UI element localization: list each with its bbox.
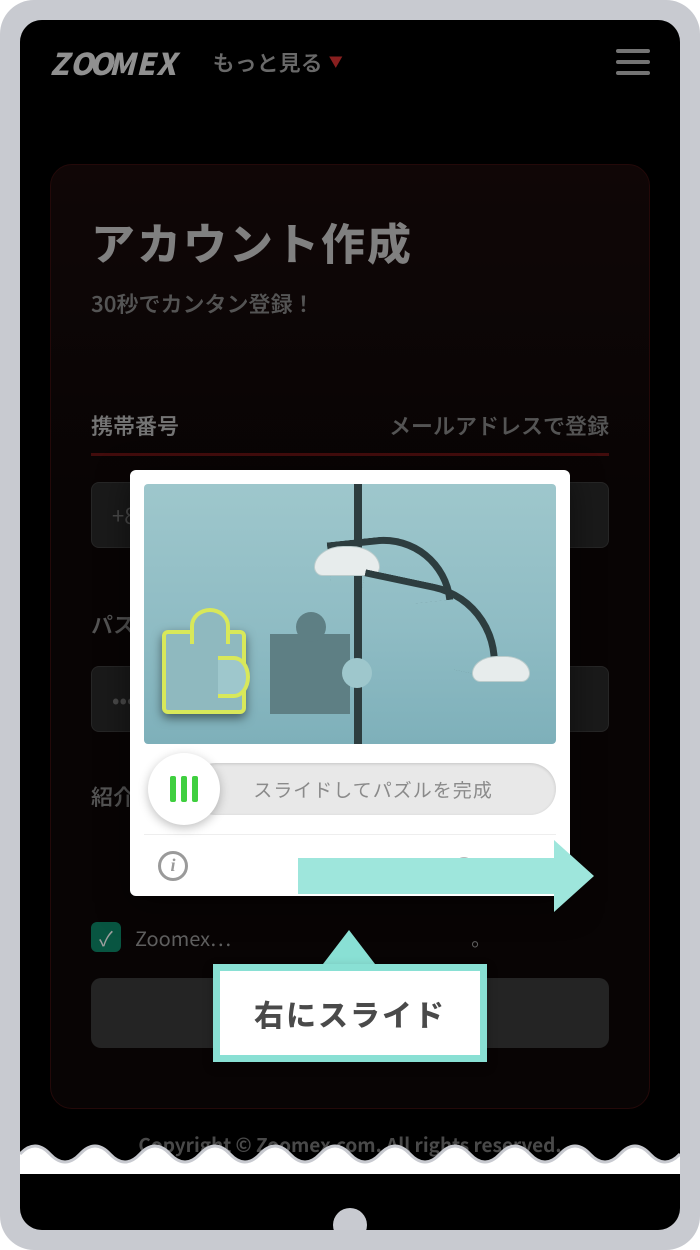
callout-text: 右にスライド bbox=[254, 991, 446, 1035]
slider-hint: スライドしてパズルを完成 bbox=[253, 776, 492, 803]
instruction-arrow-icon bbox=[298, 858, 558, 894]
screen: ZOOMEX もっと見る ▼ アカウント作成 30秒でカンタン登録！ 携帯番号 … bbox=[20, 20, 680, 1230]
captcha-slider: スライドしてパズルを完成 bbox=[144, 744, 556, 834]
home-indicator bbox=[333, 1208, 367, 1242]
puzzle-piece[interactable] bbox=[162, 630, 246, 714]
captcha-modal: スライドしてパズルを完成 i Geetest bbox=[130, 470, 570, 896]
slider-track[interactable]: スライドしてパズルを完成 bbox=[190, 763, 556, 815]
puzzle-slot bbox=[270, 634, 350, 714]
lamp-head-2 bbox=[472, 656, 530, 682]
instruction-callout: 右にスライド bbox=[213, 930, 487, 1062]
callout-pointer-icon bbox=[323, 930, 375, 964]
device-frame: ZOOMEX もっと見る ▼ アカウント作成 30秒でカンタン登録！ 携帯番号 … bbox=[0, 0, 700, 1250]
info-icon[interactable]: i bbox=[158, 851, 188, 881]
captcha-image bbox=[144, 484, 556, 744]
callout-box: 右にスライド bbox=[213, 964, 487, 1062]
slider-knob[interactable] bbox=[148, 753, 220, 825]
device-notch bbox=[318, 4, 382, 14]
